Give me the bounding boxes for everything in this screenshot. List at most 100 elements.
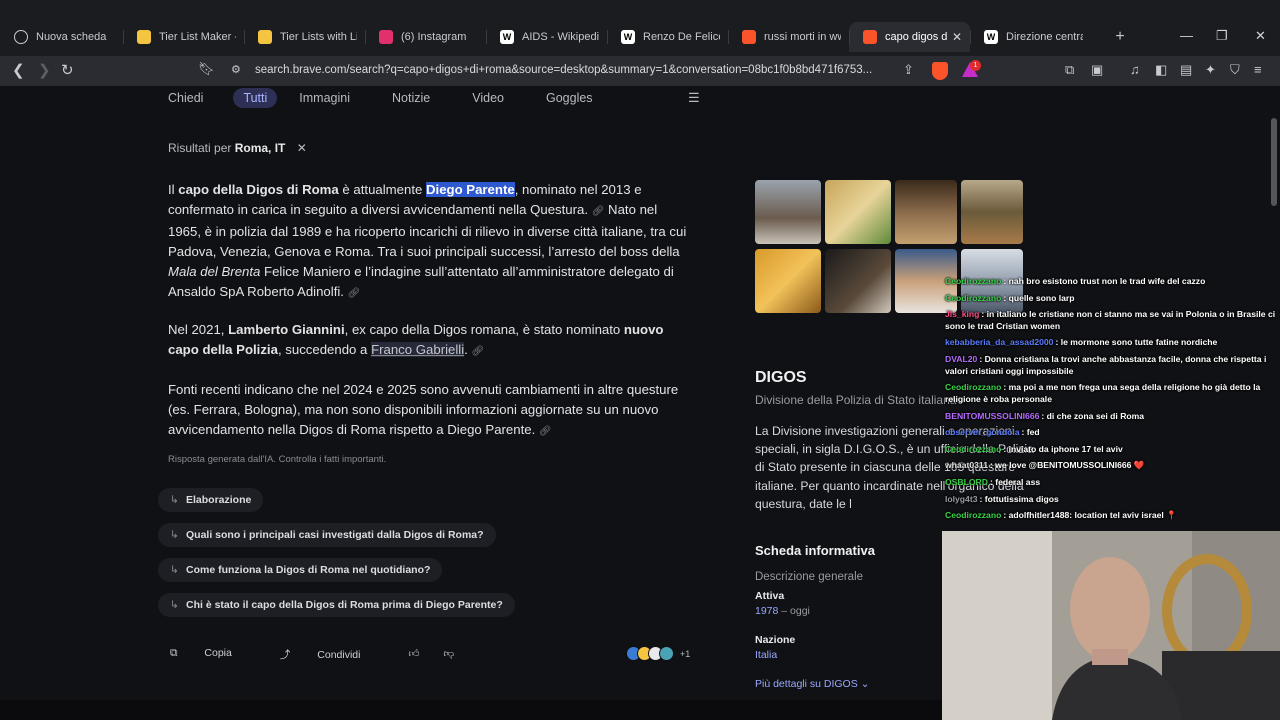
forward-icon[interactable]: ❯ <box>38 61 51 79</box>
kp-more-details-link[interactable]: Più dettagli su DIGOS ⌄ <box>755 678 869 690</box>
filter-video[interactable]: Video <box>462 88 514 108</box>
chat-username: OSBLORD <box>945 477 988 488</box>
chat-username: Ceodirozzano <box>945 443 1002 454</box>
kp-active-label: Attiva <box>755 590 785 602</box>
kp-title: DIGOS <box>755 369 807 386</box>
kp-nation-value[interactable]: Italia <box>755 649 777 661</box>
elaboration-chip[interactable]: Elaborazione <box>158 488 264 512</box>
chat-message: Ceodirozzano: ma poi a me non frega una … <box>942 382 1280 405</box>
copy-button[interactable]: ⧉ Copia <box>170 647 256 662</box>
reload-icon[interactable]: ↻ <box>61 61 74 79</box>
chat-username: whaat0311 <box>945 460 988 471</box>
new-tab-icon[interactable]: + <box>1105 28 1135 46</box>
citation-link-icon[interactable]: 🔗︎ <box>592 206 605 217</box>
answer-actions: ⧉ Copia ⤴ Condividi 👍︎ 👎︎ <box>170 647 478 662</box>
sources-avatars[interactable]: +1 <box>626 646 690 661</box>
screenshot-icon[interactable]: ▣ <box>1091 62 1103 78</box>
chat-text: le mormone sono tutte fatine nordiche <box>1060 337 1218 348</box>
browser-tab[interactable]: W Renzo De Felice - \ <box>607 22 728 52</box>
text: Nel 2021, <box>168 322 229 337</box>
wikipedia-icon: W <box>984 30 998 44</box>
sidebar-icon[interactable]: ◧ <box>1155 62 1167 78</box>
back-icon[interactable]: ❮ <box>12 61 25 79</box>
close-tab-icon[interactable]: ✕ <box>952 30 962 44</box>
url-field[interactable]: search.brave.com/search?q=capo+digos+di+… <box>255 64 872 76</box>
text: è attualmente <box>338 182 426 197</box>
browser-tab[interactable]: Nuova scheda <box>0 22 123 52</box>
vpn-icon[interactable]: ⛉ <box>1230 62 1240 78</box>
chat-message: lolyg4t3: fottutissima digos <box>942 494 1280 506</box>
ai-disclaimer: Risposta generata dall'IA. Controlla i f… <box>168 454 387 465</box>
filter-goggles[interactable]: Goggles <box>536 88 603 108</box>
browser-tab[interactable]: russi morti in ww2 <box>728 22 849 52</box>
extensions-icon[interactable]: ⧉ <box>1065 62 1074 78</box>
photo-musicians[interactable] <box>825 249 891 313</box>
chat-text: fottutissima digos <box>984 493 1059 504</box>
browser-tab[interactable]: capo digos di ✕ <box>849 22 970 52</box>
citation-link-icon[interactable]: 🔗︎ <box>348 288 361 299</box>
photo-rabbit[interactable] <box>895 180 957 244</box>
chat-username: Ceodirozzano <box>945 382 1002 393</box>
settings-sliders-icon[interactable]: ☰ <box>688 90 700 106</box>
brave-shields-icon[interactable] <box>932 62 948 80</box>
filter-immagini[interactable]: Immagini <box>289 88 360 108</box>
chat-text: di che zona sei di Roma <box>1046 410 1145 421</box>
browser-tab[interactable]: (6) Instagram <box>365 22 486 52</box>
chat-username: lolyg4t3 <box>945 493 978 504</box>
filter-tutti[interactable]: Tutti <box>233 88 278 108</box>
photo-food[interactable] <box>755 249 821 313</box>
chevron-down-icon: ⌄ <box>860 678 870 690</box>
browser-tab[interactable]: Tier Lists with Live <box>244 22 365 52</box>
followup-chip[interactable]: Quali sono i principali casi investigati… <box>158 523 496 547</box>
photo-shop[interactable] <box>961 180 1023 244</box>
minimize-icon[interactable]: — <box>1180 28 1193 43</box>
browser-tab[interactable]: W Direzione centrale <box>970 22 1091 52</box>
share-icon[interactable]: ⇪ <box>903 62 914 78</box>
thumbs-down-icon[interactable]: 👎︎ <box>443 647 454 662</box>
filter-notizie[interactable]: Notizie <box>382 88 440 108</box>
wallet-icon[interactable]: ▤ <box>1180 62 1192 78</box>
chat-message: kebabberia_da_assad2000: le mormone sono… <box>942 337 1280 349</box>
copy-icon: ⧉ <box>170 647 181 659</box>
filter-chiedi[interactable]: Chiedi <box>158 88 213 108</box>
kp-active-year[interactable]: 1978 <box>755 605 778 617</box>
chat-message: Ceodirozzano: nah bro esistono trust non… <box>942 276 1280 288</box>
share-button[interactable]: ⤴ Condividi <box>280 647 385 662</box>
tab-label: russi morti in ww2 <box>764 31 841 43</box>
chat-text: federal ass <box>995 477 1041 488</box>
chat-username: kebabberia_da_assad2000 <box>945 337 1054 348</box>
chat-text: we love @BENITOMUSSOLINI666 ❤️ <box>995 460 1145 471</box>
photo-building[interactable] <box>755 180 821 244</box>
browser-tab[interactable]: W AIDS - Wikipedia <box>486 22 607 52</box>
browser-tab[interactable]: Tier List Maker - C <box>123 22 244 52</box>
search-filters: Chiedi Tutti Immagini Notizie Video Gogg… <box>158 88 625 108</box>
webcam-overlay <box>942 531 1280 720</box>
chat-message: Jls_king: in italiano le cristiane non c… <box>942 309 1280 332</box>
maximize-icon[interactable]: ❐ <box>1216 28 1228 44</box>
clear-location-icon[interactable]: ✕ <box>297 141 307 155</box>
kp-more-label: Più dettagli su DIGOS <box>755 678 858 690</box>
entity-link[interactable]: Franco Gabrielli <box>371 342 465 357</box>
scrollbar-thumb[interactable] <box>1271 118 1277 206</box>
photo-cheese[interactable] <box>825 180 891 244</box>
tab-label: (6) Instagram <box>401 31 467 43</box>
chat-username: Ceodirozzano <box>945 276 1002 286</box>
close-window-icon[interactable]: ✕ <box>1255 28 1266 44</box>
chat-text: adolfhitler1488: location tel aviv israe… <box>1008 510 1177 521</box>
citation-link-icon[interactable]: 🔗︎ <box>539 426 552 437</box>
chat-username: BENITOMUSSOLINI666 <box>945 410 1040 421</box>
kp-subtitle: Divisione della Polizia di Stato italian… <box>755 393 957 407</box>
thumbs-up-icon[interactable]: 👍︎ <box>408 647 419 662</box>
bold-text: Lamberto Giannini <box>228 322 345 337</box>
webcam-feed <box>942 531 1280 720</box>
followup-chip[interactable]: Chi è stato il capo della Digos di Roma … <box>158 593 515 617</box>
bookmark-icon[interactable]: 🔖︎ <box>198 61 215 77</box>
followup-chip[interactable]: Come funziona la Digos di Roma nel quoti… <box>158 558 443 582</box>
chat-message: Ceodirozzano: inviato da iphone 17 tel a… <box>942 444 1280 456</box>
menu-icon[interactable]: ≡ <box>1254 62 1262 77</box>
site-info-icon[interactable]: ⚙ <box>231 63 241 76</box>
text: Fonti recenti indicano che nel 2024 e 20… <box>168 382 679 437</box>
citation-link-icon[interactable]: 🔗︎ <box>471 346 484 357</box>
media-icon[interactable]: ♫ <box>1130 62 1140 77</box>
leo-icon[interactable]: ✦ <box>1205 62 1216 78</box>
